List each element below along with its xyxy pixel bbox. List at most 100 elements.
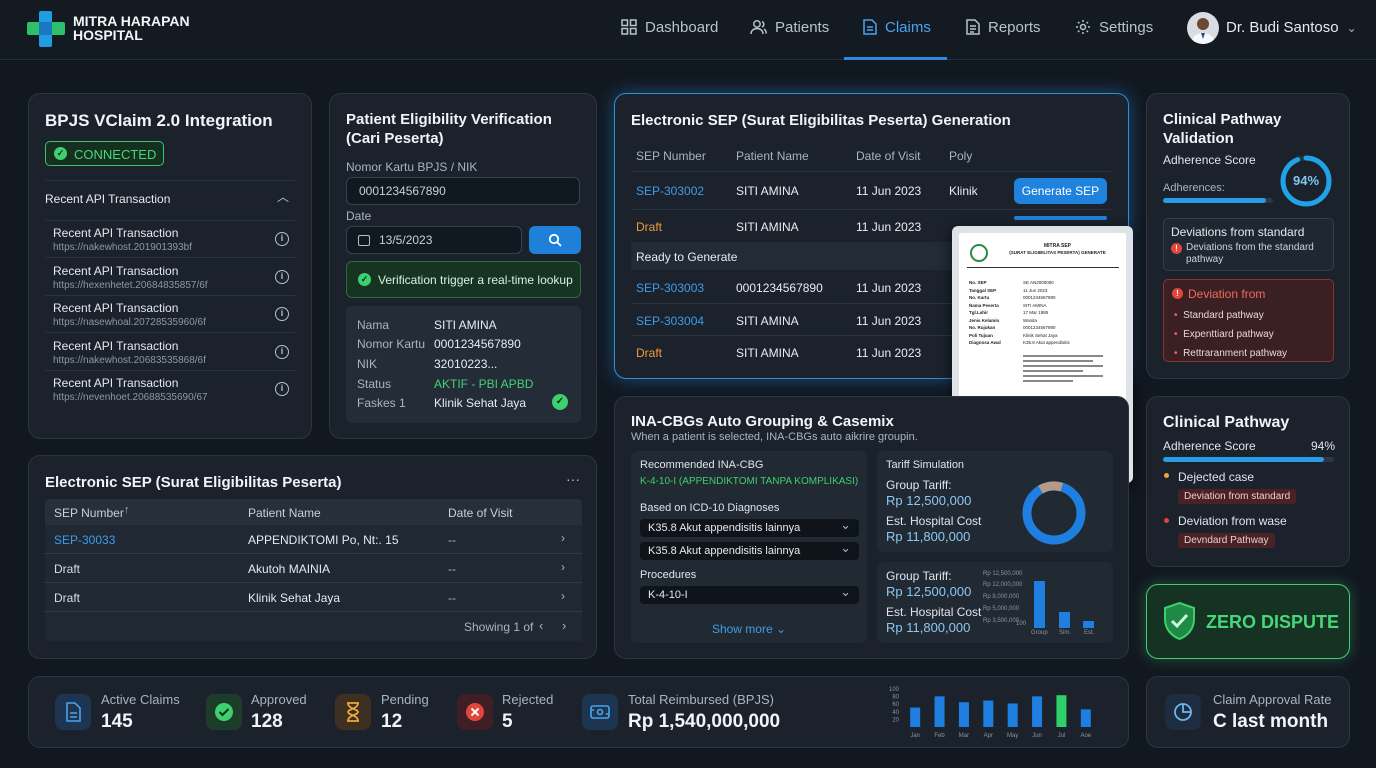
more-options-icon[interactable]: ···	[566, 471, 580, 487]
nav-patients[interactable]: Patients	[750, 19, 829, 36]
mini-bar	[1059, 612, 1070, 628]
alert-icon: !	[1171, 243, 1182, 254]
deviation-tag: Deviation from standard	[1178, 489, 1297, 504]
generate-sep-button[interactable]: Generate SEP	[1014, 178, 1107, 204]
bar	[958, 702, 969, 727]
status-dot	[1164, 518, 1169, 523]
approval-rate-card: Claim Approval Rate C last month	[1146, 676, 1350, 748]
next-page-icon[interactable]: ›	[562, 618, 566, 633]
table-row[interactable]: SEP-30033 APPENDIKTOMI Po, Nt:. 15 -- ›	[45, 525, 582, 554]
deviation-item: • Rettraranment pathway	[1174, 348, 1288, 359]
api-transaction-row[interactable]: Recent API Transaction https://nasewhoal.…	[45, 296, 295, 333]
field-label: Status	[357, 377, 392, 391]
group-tariff-value: Rp 12,500,000	[886, 493, 972, 508]
hospital-logo-icon	[27, 11, 65, 47]
icd-select[interactable]: K35.8 Akut appendisitis lainnya	[640, 539, 859, 560]
show-more-link[interactable]: Show more ⌄	[631, 622, 867, 636]
chevron-down-icon: ⌄	[1346, 21, 1357, 35]
prev-page-icon[interactable]: ‹	[539, 618, 543, 633]
info-icon[interactable]: i	[275, 345, 289, 359]
x-tick-label: Jan	[910, 733, 920, 739]
sep-table-title: Electronic SEP (Surat Eligibilitas Peser…	[45, 474, 342, 491]
field-value: 32010223...	[434, 357, 498, 371]
nav-active-underline	[844, 57, 947, 60]
document-icon	[55, 694, 91, 730]
x-tick-label: May	[1007, 733, 1018, 739]
adherence-progress-bar	[1163, 457, 1334, 462]
chevron-right-icon: ›	[561, 589, 565, 603]
zero-dispute-label: ZERO DISPUTE	[1206, 612, 1340, 632]
stat-label: Approved	[251, 692, 307, 707]
stat-label: Rejected	[502, 692, 554, 707]
stat-value: Rp 1,540,000,000	[628, 711, 781, 732]
deviations-box: Deviations from standard ! Deviations fr…	[1163, 218, 1334, 271]
y-tick-label: 60	[892, 702, 899, 708]
api-transaction-row[interactable]: Recent API Transaction https://nevenhoet.…	[45, 371, 295, 408]
group-tariff-value: Rp 12,500,000	[886, 584, 972, 599]
patient-name: SITI AMINA	[736, 314, 799, 328]
table-row[interactable]: Draft Akutoh MAINIA -- ›	[45, 554, 582, 583]
report-icon	[966, 19, 980, 35]
recent-api-header[interactable]: Recent API Transaction ︿	[45, 190, 295, 210]
mini-bar	[1034, 581, 1045, 628]
adherence-score-value: 94%	[1311, 439, 1336, 453]
icd-select[interactable]: K35.8 Akut appendisitis lainnya	[640, 516, 859, 537]
sep-draft[interactable]: Draft	[636, 220, 662, 234]
date-input[interactable]: 13/5/2023	[346, 226, 522, 254]
visit-date: 11 Jun 2023	[856, 346, 922, 360]
generate-sep-button-hidden[interactable]	[1014, 216, 1107, 220]
nav-reports[interactable]: Reports	[966, 19, 1041, 36]
pathway-validation-card: Clinical Pathway Validation Adherence Sco…	[1146, 93, 1350, 379]
sort-icon[interactable]: ↑	[124, 504, 130, 516]
status-value: AKTIF - PBI APBD	[434, 377, 534, 391]
stat-value: 5	[502, 711, 513, 732]
x-tick-label: Mar	[959, 733, 969, 739]
info-icon[interactable]: i	[275, 232, 289, 246]
gear-icon	[1076, 20, 1090, 34]
info-icon[interactable]: i	[275, 382, 289, 396]
deviation-tag: Devndard Pathway	[1178, 533, 1275, 548]
api-transaction-row[interactable]: Recent API Transaction https://nakewhost.…	[45, 221, 295, 258]
card-number-input[interactable]: 0001234567890	[346, 177, 580, 205]
grid-icon	[621, 19, 637, 35]
nav-dashboard[interactable]: Dashboard	[621, 19, 718, 36]
field-value: 0001234567890	[434, 337, 521, 351]
stats-bar: Active Claims 145 Approved 128 Pending 1…	[28, 676, 1129, 748]
chevron-up-icon: ︿	[276, 190, 289, 204]
top-header: MITRA HARAPAN HOSPITAL Dashboard Patients…	[0, 0, 1376, 60]
adherence-progress-bar	[1163, 198, 1273, 203]
table-row[interactable]: Draft Klinik Sehat Jaya -- ›	[45, 583, 582, 612]
search-button[interactable]	[529, 226, 581, 254]
visit-date: 11 Jun 2023	[856, 220, 922, 234]
sep-draft[interactable]: Draft	[636, 346, 662, 360]
info-icon[interactable]: i	[275, 270, 289, 284]
mini-tick: Rp 3,500,000	[983, 618, 1020, 624]
stat-label: Pending	[381, 692, 429, 707]
user-menu[interactable]: Dr. Budi Santoso ⌄	[1226, 19, 1357, 36]
chevron-right-icon: ›	[561, 560, 565, 574]
sep-number-link[interactable]: SEP-303003	[636, 281, 704, 295]
mini-cat: Est.	[1084, 630, 1095, 636]
patient-name: SITI AMINA	[736, 184, 799, 198]
procedure-select[interactable]: K-4-10-I	[640, 583, 859, 604]
stat-label: Active Claims	[101, 692, 180, 707]
avatar[interactable]	[1187, 12, 1219, 44]
calendar-icon	[358, 235, 370, 246]
api-transaction-row[interactable]: Recent API Transaction https://nakewhost.…	[45, 334, 295, 371]
y-tick-label: 20	[892, 717, 899, 723]
sep-number-link[interactable]: SEP-303002	[636, 184, 704, 198]
est-cost-value: Rp 11,800,000	[886, 529, 971, 544]
stat-value: 12	[381, 711, 403, 732]
sep-number-link[interactable]: SEP-303004	[636, 314, 704, 328]
approval-label: Claim Approval Rate	[1213, 692, 1332, 707]
mini-cat: Group	[1031, 630, 1048, 636]
y-tick-label: 80	[892, 695, 899, 701]
nav-claims[interactable]: Claims	[863, 19, 931, 36]
info-icon[interactable]: i	[275, 307, 289, 321]
table-header: SEP Number ↑ Patient Name Date of Visit	[45, 499, 582, 525]
tariff-donut-chart	[1022, 481, 1086, 545]
api-transaction-row[interactable]: Recent API Transaction https://hexenhetet…	[45, 259, 295, 296]
nav-settings[interactable]: Settings	[1075, 19, 1153, 36]
poly: Klinik	[949, 184, 978, 198]
check-icon	[206, 694, 242, 730]
